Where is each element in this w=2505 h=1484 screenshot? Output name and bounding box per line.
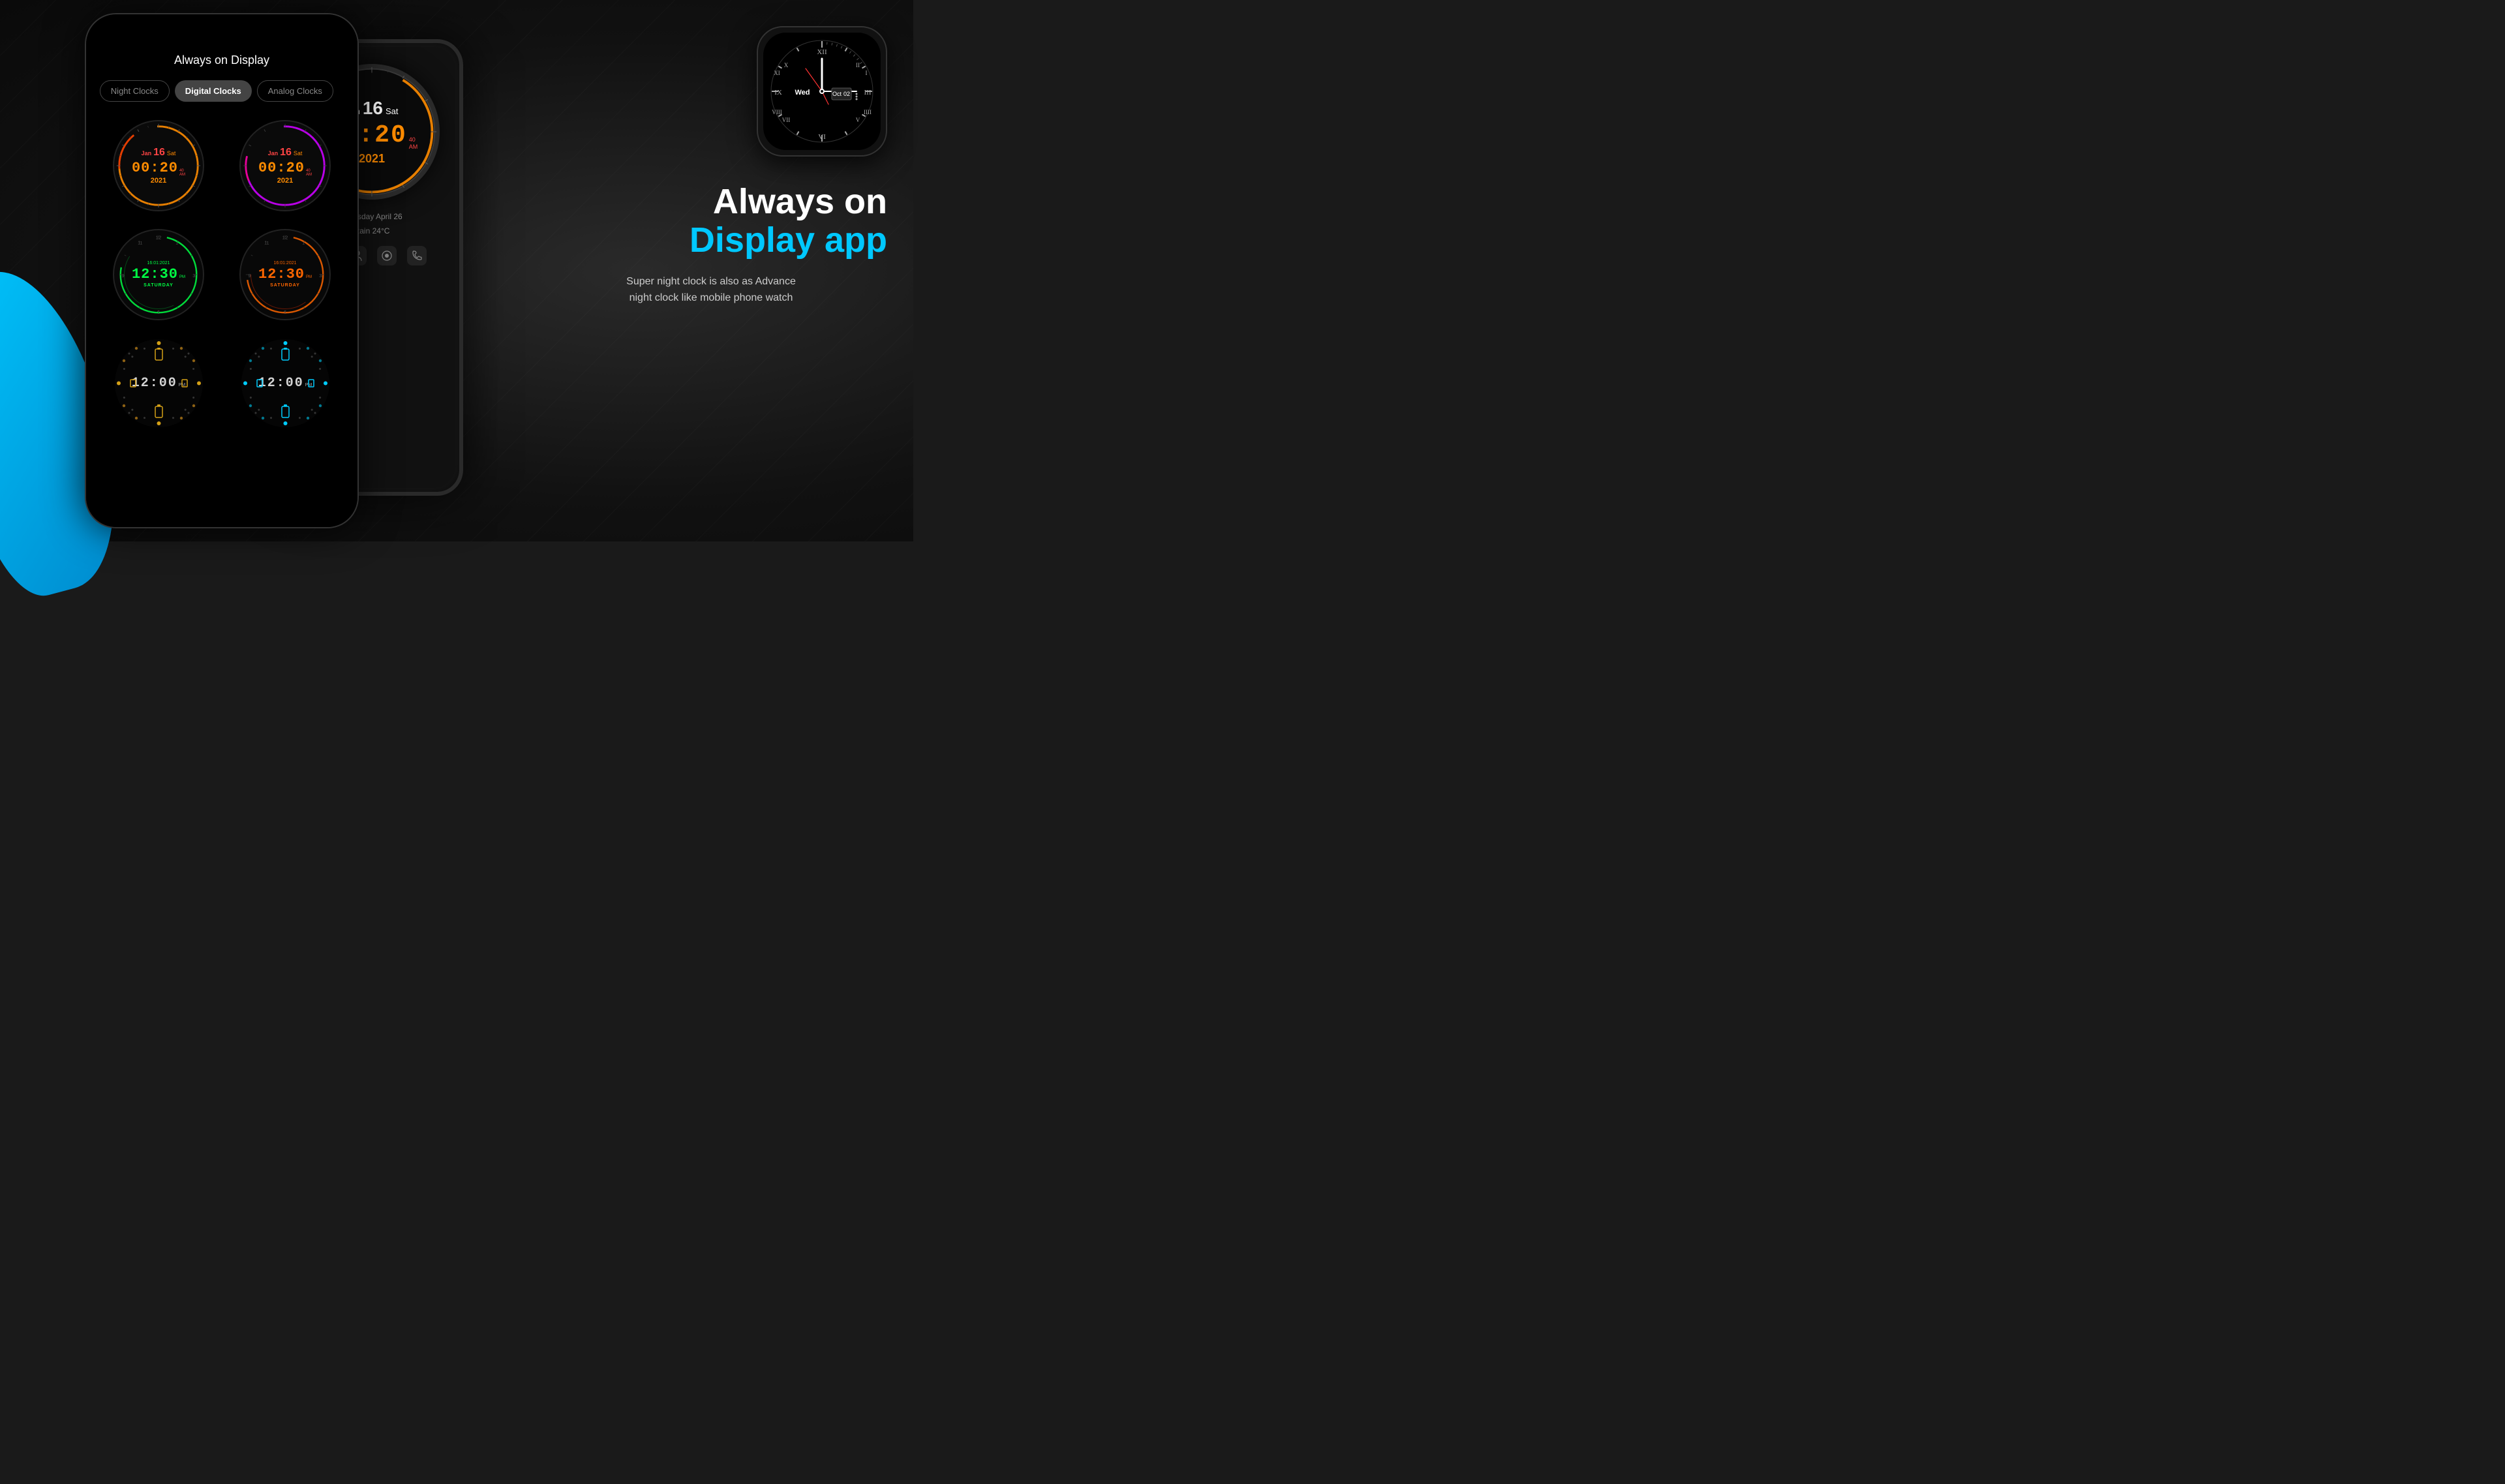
app-icon-4	[407, 246, 427, 265]
svg-text:VIII: VIII	[772, 109, 782, 115]
subtext: Super night clock is also as Advance nig…	[535, 273, 887, 307]
right-section: XII III VI IX II X IIII VIII VII V XI I	[535, 26, 887, 307]
tab-night-clocks[interactable]: Night Clocks	[100, 80, 170, 102]
clock-face-6: 12:00 PM	[241, 339, 329, 427]
phone-1-container: Always on Display Night Clocks Digital C…	[85, 13, 359, 528]
svg-text:Oct: Oct	[832, 91, 842, 97]
tick-svg-2	[241, 121, 329, 210]
phone-1-title: Always on Display	[174, 53, 269, 67]
watch-face: XII III VI IX II X IIII VIII VII V XI I	[763, 33, 881, 150]
app-icon-4-svg	[410, 249, 423, 262]
tab-analog-clocks[interactable]: Analog Clocks	[257, 80, 333, 102]
svg-text:XII: XII	[817, 48, 827, 56]
watch-icon-wrap: XII III VI IX II X IIII VIII VII V XI I	[535, 26, 887, 157]
svg-text:3: 3	[192, 272, 195, 278]
clock-cell-4: 12 3 6 9 1 11	[226, 224, 344, 325]
clock-face-1: Jan 16 Sat 00:20 40AM 2021	[113, 120, 204, 211]
tick-svg-1	[114, 121, 203, 210]
clock-face-3: 12 3 6 9 1 11	[113, 229, 204, 320]
watch-app-icon: XII III VI IX II X IIII VIII VII V XI I	[757, 26, 887, 157]
subtext-line1: Super night clock is also as Advance	[535, 273, 887, 290]
svg-text:3: 3	[319, 272, 322, 278]
phone-1-frame: Always on Display Night Clocks Digital C…	[85, 13, 359, 528]
headline: Always on Display app	[535, 183, 887, 260]
app-icon-3	[377, 246, 397, 265]
svg-text:VI: VI	[818, 133, 826, 141]
tick-svg-4: 12 3 6 9 1 11	[241, 230, 329, 319]
clock-cell-3: 12 3 6 9 1 11	[99, 224, 218, 325]
clock-face-4: 12 3 6 9 1 11	[239, 229, 331, 320]
svg-text:V: V	[856, 117, 860, 123]
svg-text:VII: VII	[782, 117, 791, 123]
svg-text:11: 11	[138, 241, 142, 245]
tick-svg-3: 12 3 6 9 1 11	[114, 230, 203, 319]
headline-line1: Always on	[535, 183, 887, 221]
clock-cell-2: Jan 16 Sat 00:20 40AM 2021	[226, 115, 344, 216]
svg-text:I: I	[866, 70, 868, 76]
tab-bar: Night Clocks Digital Clocks Analog Clock…	[100, 80, 344, 102]
phone-1-screen: Always on Display Night Clocks Digital C…	[86, 14, 357, 527]
svg-text:II: II	[856, 62, 860, 68]
clock-cell-5: 12:00 PM	[99, 333, 218, 434]
clock-grid: Jan 16 Sat 00:20 40AM 2021	[86, 115, 357, 434]
app-icon-3-svg	[380, 249, 393, 262]
dot-ring-svg-6	[241, 339, 329, 427]
svg-text:11: 11	[264, 241, 269, 245]
clock-cell-6: 12:00 PM	[226, 333, 344, 434]
tab-digital-clocks[interactable]: Digital Clocks	[175, 80, 252, 102]
svg-text:XI: XI	[774, 70, 780, 76]
svg-text:X: X	[784, 62, 789, 68]
clock-face-5: 12:00 PM	[115, 339, 203, 427]
svg-text:02: 02	[843, 91, 850, 97]
svg-text:IX: IX	[774, 89, 782, 97]
watch-face-svg: XII III VI IX II X IIII VIII VII V XI I	[767, 36, 877, 147]
svg-text:III: III	[864, 89, 872, 97]
svg-text:Wed: Wed	[795, 89, 810, 97]
clock-cell-1: Jan 16 Sat 00:20 40AM 2021	[99, 115, 218, 216]
headline-line2: Display app	[535, 221, 887, 260]
dot-ring-svg-5	[115, 339, 203, 427]
subtext-line2: night clock like mobile phone watch	[535, 290, 887, 307]
svg-text:IIII: IIII	[864, 109, 872, 115]
clock-face-2: Jan 16 Sat 00:20 40AM 2021	[239, 120, 331, 211]
